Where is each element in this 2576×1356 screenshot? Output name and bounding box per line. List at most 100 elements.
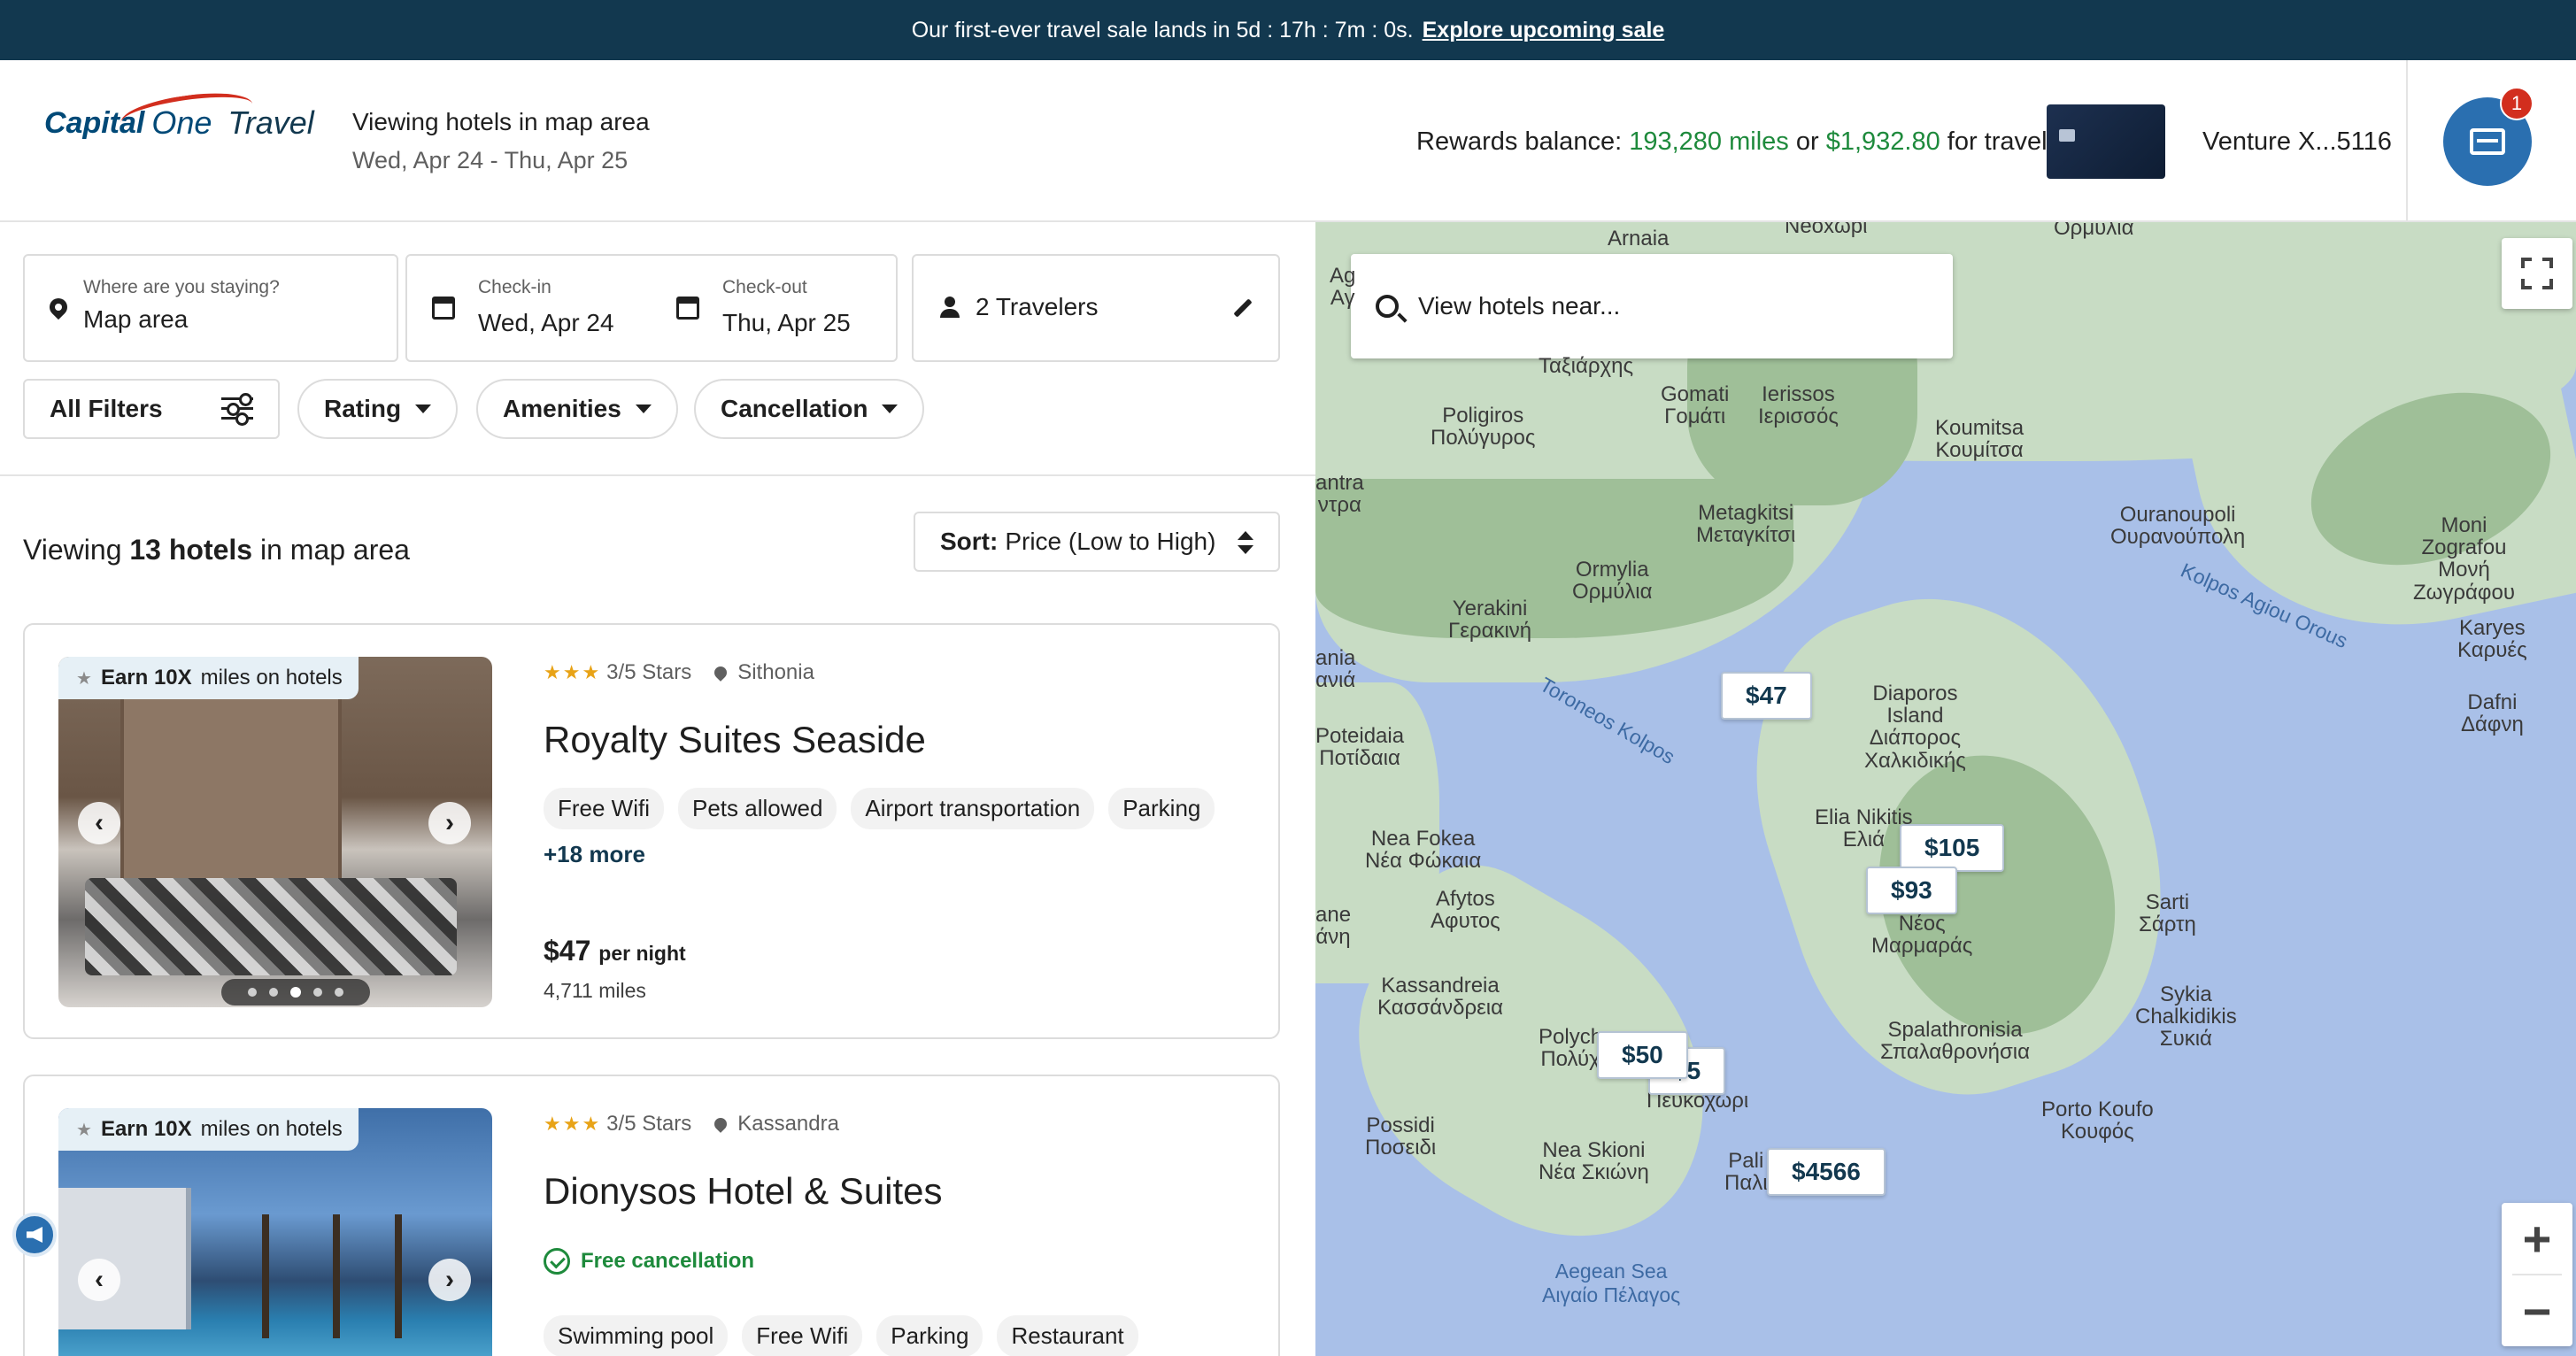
hotel-photo[interactable] [58,657,492,1007]
fullscreen-button[interactable] [2502,238,2572,309]
context-dates: Wed, Apr 24 - Thu, Apr 25 [352,147,629,173]
calendar-icon [432,297,455,320]
amenities-filter-label: Amenities [503,395,621,422]
hotel-name[interactable]: Dionysos Hotel & Suites [544,1170,943,1213]
hotel-card[interactable]: ★ Earn 10X miles on hotels ‹ › ★★★ 3/5 S… [23,1075,1280,1356]
hotel-card[interactable]: ★ Earn 10X miles on hotels ‹ › ★★★ 3/5 S… [23,623,1280,1039]
next-photo-button[interactable]: › [428,1259,471,1301]
card-name[interactable]: Venture X...5116 [2202,127,2392,157]
map-label: Polych Πολύχ [1539,1025,1603,1072]
map-label: Spalathronisia Σπαλαθρονήσια [1880,1018,2031,1065]
divider [0,474,1315,476]
map-search-placeholder: View hotels near... [1418,292,1621,320]
map-label: Metagkitsi Μεταγκίτσι [1696,501,1796,548]
more-amenities-link[interactable]: +18 more [544,841,645,868]
credit-card-image[interactable] [2047,104,2165,179]
feedback-megaphone-icon[interactable] [12,1213,57,1257]
zoom-out-button[interactable]: − [2502,1275,2572,1346]
map-label: Ormylia Ορμύλια [1572,558,1653,605]
price-marker[interactable]: $47 [1721,672,1812,720]
location-pin-icon [712,664,730,682]
hotel-rating: ★★★ 3/5 Stars Sithonia [544,660,814,685]
map-label: Elia Nikitis Ελιά [1815,805,1913,852]
location-pin-icon [712,1115,730,1133]
hotel-location: Kassandra [737,1112,839,1136]
earn-rest: miles on hotels [200,1117,343,1141]
map-label: Sykia Chalkidikis Συκιά [2135,982,2237,1052]
earn-bold: Earn 10X [100,1117,192,1141]
map-label: Poteidaia Ποτίδαια [1315,724,1405,771]
edit-pencil-icon[interactable] [1233,298,1253,318]
price-marker[interactable]: $4566 [1767,1148,1886,1196]
sort-label: Sort: [940,528,999,555]
header-divider [2406,60,2408,222]
amenity-tag: Parking [1108,788,1215,829]
destination-value: Map area [83,305,189,333]
explore-sale-link[interactable]: Explore upcoming sale [1423,18,1665,43]
map-label: Koumitsa Κουμίτσα [1935,416,2025,463]
rating-filter-label: Rating [324,395,402,422]
results-panel: Where are you staying? Map area Check-in… [0,222,1315,1356]
site-header: Capital One Travel Viewing hotels in map… [0,60,2576,222]
hotel-name[interactable]: Royalty Suites Seaside [544,719,926,761]
map-label: Ag Αγ [1330,264,1356,311]
price-marker[interactable]: $105 [1900,824,2005,872]
sort-select[interactable]: Sort: Price (Low to High) [914,512,1280,572]
price-in-miles: 4,711 miles [544,979,646,1002]
sort-value: Price (Low to High) [1005,528,1216,555]
rewards-cash: $1,932.80 [1825,127,1940,156]
map-label: Nea Fokea Νέα Φώκαια [1365,827,1482,874]
amenities-list: Free Wifi Pets allowed Airport transport… [544,788,1215,829]
rewards-suffix: for travel [1947,127,2048,156]
notification-badge: 1 [2500,87,2534,120]
map-label: ania ανιά [1315,646,1356,693]
map-label: Moni Zografou Μονή Ζωγράφου [2413,513,2515,605]
rewards-miles: 193,280 miles [1629,127,1789,156]
destination-field[interactable]: Where are you staying? Map area [23,254,398,362]
zoom-in-button[interactable]: + [2502,1203,2572,1274]
check-circle-icon [544,1248,570,1275]
photo-pagination-dots[interactable] [221,979,370,1005]
price-value: $47 [544,935,591,967]
all-filters-label: All Filters [50,395,163,422]
next-photo-button[interactable]: › [428,802,471,844]
travelers-field[interactable]: 2 Travelers [912,254,1280,362]
filter-sliders-icon [221,393,253,426]
price-marker[interactable]: $50 [1597,1031,1688,1079]
map-label: Neoxωpι [1785,222,1868,238]
star-icon: ★ [76,1120,92,1140]
earn-rest: miles on hotels [200,666,343,690]
map-label: Karyes Καρυές [2457,616,2527,663]
cancellation-filter-label: Cancellation [721,395,868,422]
map-label: Possidi Ποσειδι [1365,1113,1437,1160]
map-label: Νέος Μαρμαράς [1871,912,1973,959]
prev-photo-button[interactable]: ‹ [78,1259,120,1301]
sort-arrows-icon [1238,531,1253,554]
earn-miles-badge: ★ Earn 10X miles on hotels [58,657,359,699]
nightly-price: $47 per night [544,935,686,967]
price-marker[interactable]: $93 [1866,867,1957,914]
rating-filter[interactable]: Rating [297,379,459,439]
map-label: ane άνη [1315,903,1352,950]
map-search-box[interactable]: View hotels near... [1351,254,1953,358]
cancellation-filter[interactable]: Cancellation [694,379,925,439]
results-number: 13 hotels [129,534,253,566]
star-rating-icon: ★★★ [544,661,602,683]
checkin-value: Wed, Apr 24 [478,309,614,336]
search-icon [1376,295,1399,318]
all-filters-button[interactable]: All Filters [23,379,280,439]
map-label: Dafni Δάφνη [2461,690,2524,737]
map-label: Poligiros Πολύγυρος [1431,404,1536,451]
capital-one-travel-logo[interactable]: Capital One Travel [44,86,314,142]
earn-bold: Earn 10X [100,666,192,690]
amenities-filter[interactable]: Amenities [476,379,678,439]
prev-photo-button[interactable]: ‹ [78,802,120,844]
map-label: Nea Skioni Νέα Σκιώνη [1539,1138,1649,1185]
map-label: Porto Koufo Κουφός [2041,1098,2154,1144]
hotel-map[interactable]: View hotels near... + − Arnaia Neoxωpι Ο… [1315,222,2576,1356]
promo-banner: Our first-ever travel sale lands in 5d :… [0,0,2576,60]
map-label: Sarti Σάρτη [2139,890,2196,937]
map-label: Ορμύλια [2054,222,2134,240]
star-icon: ★ [76,668,92,689]
dates-field[interactable]: Check-in Wed, Apr 24 Check-out Thu, Apr … [405,254,898,362]
